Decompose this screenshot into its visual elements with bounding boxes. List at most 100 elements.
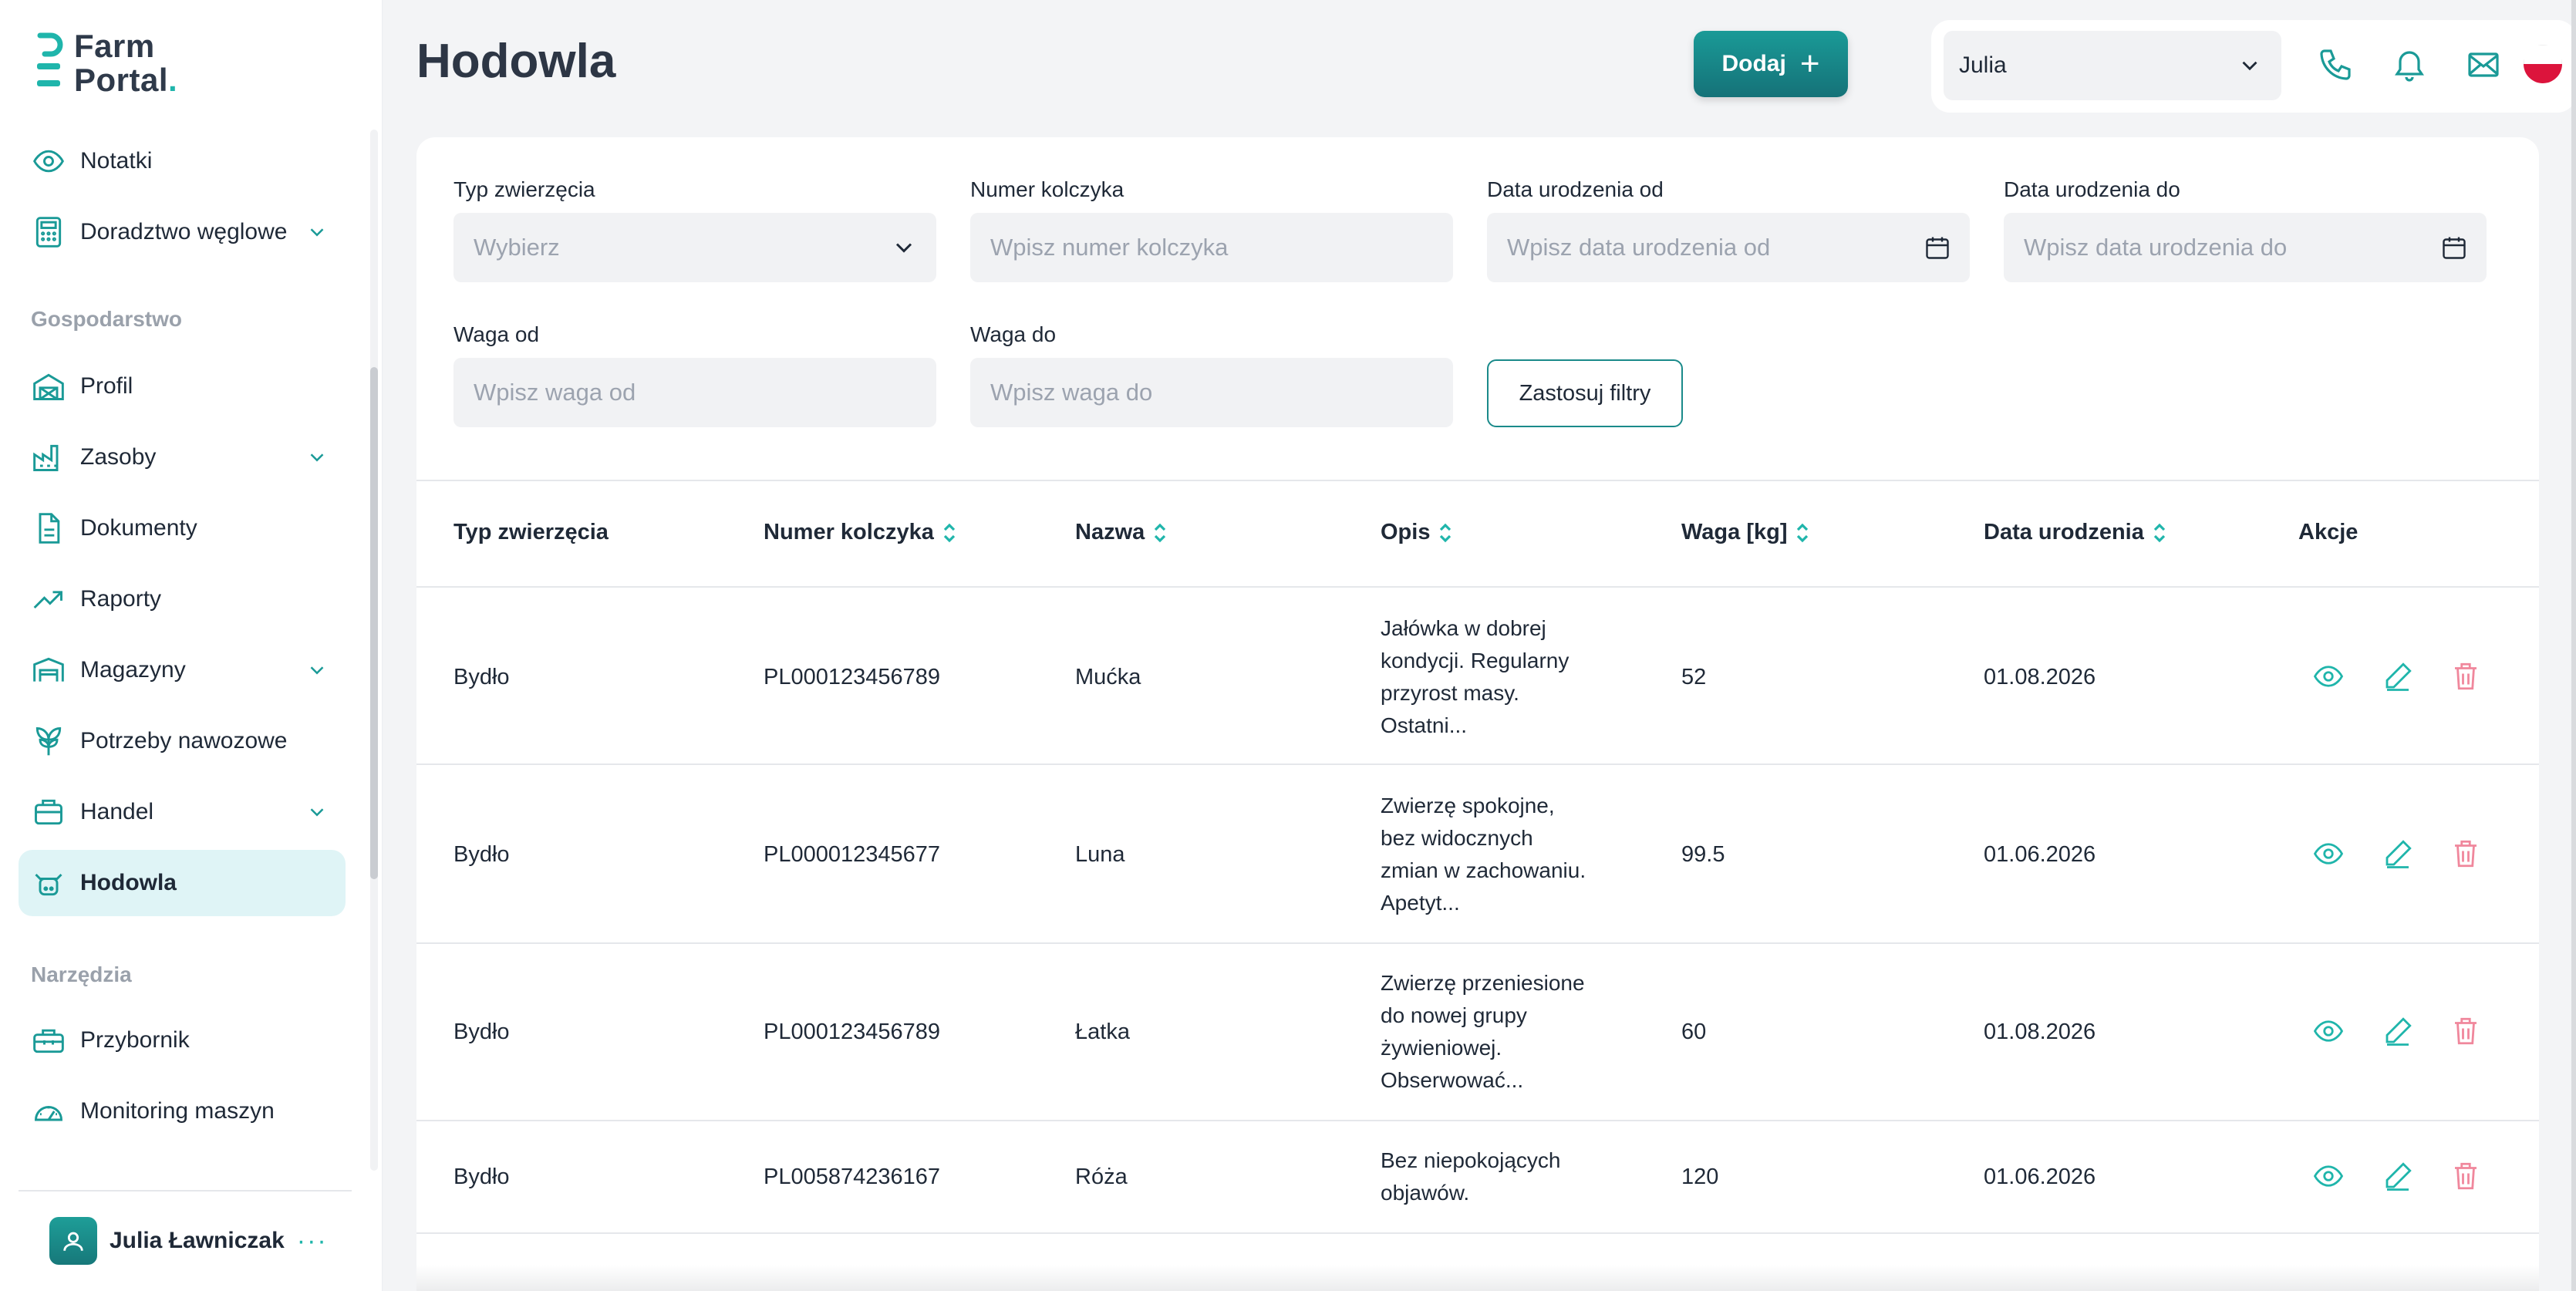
chevron-down-icon[interactable] bbox=[305, 659, 329, 682]
logo-line2: Portal bbox=[74, 62, 169, 98]
briefcase-icon bbox=[31, 794, 66, 830]
sidebar-item-label: Raporty bbox=[80, 586, 162, 612]
gauge-icon bbox=[31, 1094, 66, 1129]
sidebar-item-profil[interactable]: Profil bbox=[19, 353, 346, 420]
tag-number-input[interactable]: Wpisz numer kolczyka bbox=[970, 213, 1453, 282]
sidebar-item-zasoby[interactable]: Zasoby bbox=[19, 424, 346, 490]
sidebar-item-magazyny[interactable]: Magazyny bbox=[19, 637, 346, 703]
chevron-down-icon[interactable] bbox=[305, 801, 329, 824]
cow-icon bbox=[31, 865, 66, 901]
calendar-icon[interactable] bbox=[2440, 234, 2468, 261]
sidebar-item-raporty[interactable]: Raporty bbox=[19, 566, 346, 632]
sidebar-item-dokumenty[interactable]: Dokumenty bbox=[19, 495, 346, 561]
document-icon bbox=[31, 511, 66, 546]
sidebar-item-notatki[interactable]: Notatki bbox=[19, 128, 346, 194]
calendar-icon[interactable] bbox=[1924, 234, 1951, 261]
trash-icon[interactable] bbox=[2450, 660, 2482, 693]
view-icon[interactable] bbox=[2312, 1015, 2345, 1047]
chevron-down-icon bbox=[2242, 61, 2257, 71]
factory-icon bbox=[31, 440, 66, 475]
cell-birth-date: 01.08.2026 bbox=[1984, 665, 2096, 689]
cell-animal-type: Bydło bbox=[453, 1165, 510, 1189]
view-icon[interactable] bbox=[2312, 660, 2345, 693]
birth-date-from-input[interactable]: Wpisz data urodzenia od bbox=[1487, 213, 1970, 282]
filter-label-animal-type: Typ zwierzęcia bbox=[453, 177, 595, 201]
sidebar-divider bbox=[19, 1190, 352, 1192]
trash-icon[interactable] bbox=[2450, 1015, 2482, 1047]
calculator-icon bbox=[31, 214, 66, 250]
cell-animal-type: Bydło bbox=[453, 842, 510, 867]
birth-from-placeholder: Wpisz data urodzenia od bbox=[1507, 234, 1771, 261]
cell-tag-number: PL000012345677 bbox=[764, 842, 941, 867]
sidebar: Farm Portal. Notatki Doradztwo węglowe G… bbox=[0, 0, 383, 1291]
weight-to-input[interactable]: Wpisz waga do bbox=[970, 358, 1453, 427]
chevron-down-icon[interactable] bbox=[305, 221, 329, 244]
edit-icon[interactable] bbox=[2382, 1160, 2414, 1192]
apply-filters-button[interactable]: Zastosuj filtry bbox=[1487, 359, 1683, 427]
polish-flag-icon[interactable] bbox=[2524, 45, 2562, 83]
sidebar-item-handel[interactable]: Handel bbox=[19, 779, 346, 845]
sidebar-scrollbar-thumb[interactable] bbox=[370, 367, 378, 879]
leaf-icon bbox=[31, 723, 66, 759]
user-select-value: Julia bbox=[1959, 52, 2007, 78]
mail-icon[interactable] bbox=[2465, 46, 2502, 83]
sidebar-item-label: Handel bbox=[80, 799, 154, 824]
birth-to-placeholder: Wpisz data urodzenia do bbox=[2024, 234, 2288, 261]
edit-icon[interactable] bbox=[2382, 660, 2414, 693]
phone-icon[interactable] bbox=[2317, 46, 2354, 83]
view-icon[interactable] bbox=[2312, 1160, 2345, 1192]
cell-birth-date: 01.06.2026 bbox=[1984, 842, 2096, 867]
user-profile[interactable]: Julia Ławniczak ··· bbox=[49, 1217, 328, 1265]
sort-icon[interactable] bbox=[1152, 521, 1168, 545]
sidebar-item-hodowla[interactable]: Hodowla bbox=[19, 850, 346, 916]
trash-icon[interactable] bbox=[2450, 1160, 2482, 1192]
tag-number-placeholder: Wpisz numer kolczyka bbox=[990, 234, 1229, 261]
sidebar-item-potrzeby-nawozowe[interactable]: Potrzeby nawozowe bbox=[19, 708, 346, 774]
sort-icon[interactable] bbox=[942, 521, 957, 545]
filter-label-weight-to: Waga do bbox=[970, 322, 1057, 346]
sidebar-item-label: Magazyny bbox=[80, 657, 186, 683]
eye-icon bbox=[31, 143, 66, 179]
avatar bbox=[49, 1217, 97, 1265]
add-button[interactable]: Dodaj + bbox=[1694, 31, 1848, 97]
sort-icon[interactable] bbox=[1438, 521, 1453, 545]
user-icon bbox=[63, 1232, 83, 1251]
sort-icon[interactable] bbox=[2152, 521, 2167, 545]
section-label-narzedzia: Narzędzia bbox=[31, 962, 132, 986]
column-header-tag-number[interactable]: Numer kolczyka bbox=[764, 520, 957, 545]
logo-mark-icon bbox=[37, 32, 63, 86]
barn-icon bbox=[31, 369, 66, 404]
column-header-weight[interactable]: Waga [kg] bbox=[1681, 520, 1810, 545]
view-icon[interactable] bbox=[2312, 838, 2345, 870]
plus-icon: + bbox=[1799, 45, 1820, 83]
filter-label-weight-from: Waga od bbox=[453, 322, 540, 346]
edit-icon[interactable] bbox=[2382, 838, 2414, 870]
sidebar-item-monitoring-maszyn[interactable]: Monitoring maszyn bbox=[19, 1078, 346, 1144]
sidebar-item-przybornik[interactable]: Przybornik bbox=[19, 1007, 346, 1074]
bottom-shadow bbox=[416, 1265, 2539, 1291]
more-options-button[interactable]: ··· bbox=[297, 1228, 328, 1254]
section-label-gospodarstwo: Gospodarstwo bbox=[31, 307, 183, 331]
cell-tag-number: PL005874236167 bbox=[764, 1165, 941, 1189]
user-select[interactable]: Julia bbox=[1944, 31, 2281, 100]
chevron-down-icon[interactable] bbox=[305, 446, 329, 469]
column-header-birth-date[interactable]: Data urodzenia bbox=[1984, 520, 2167, 545]
weight-from-input[interactable]: Wpisz waga od bbox=[453, 358, 936, 427]
sort-icon[interactable] bbox=[1795, 521, 1810, 545]
cell-birth-date: 01.06.2026 bbox=[1984, 1165, 2096, 1189]
row-divider bbox=[416, 763, 2539, 765]
cell-description: Jałówka w dobrej kondycji. Regularny prz… bbox=[1381, 616, 1570, 737]
sidebar-item-doradztwo-weglowe[interactable]: Doradztwo węglowe bbox=[19, 199, 346, 265]
cell-weight: 99.5 bbox=[1681, 842, 1725, 867]
animal-type-select[interactable]: Wybierz bbox=[453, 213, 936, 282]
edit-icon[interactable] bbox=[2382, 1015, 2414, 1047]
table-top-divider bbox=[416, 480, 2539, 481]
bell-icon[interactable] bbox=[2391, 46, 2428, 83]
column-header-description[interactable]: Opis bbox=[1381, 520, 1453, 545]
trash-icon[interactable] bbox=[2450, 838, 2482, 870]
sidebar-item-label: Doradztwo węglowe bbox=[80, 219, 288, 244]
sidebar-item-label: Dokumenty bbox=[80, 515, 197, 541]
farm-portal-logo[interactable]: Farm Portal. bbox=[37, 29, 207, 98]
birth-date-to-input[interactable]: Wpisz data urodzenia do bbox=[2004, 213, 2487, 282]
column-header-name[interactable]: Nazwa bbox=[1075, 520, 1168, 545]
